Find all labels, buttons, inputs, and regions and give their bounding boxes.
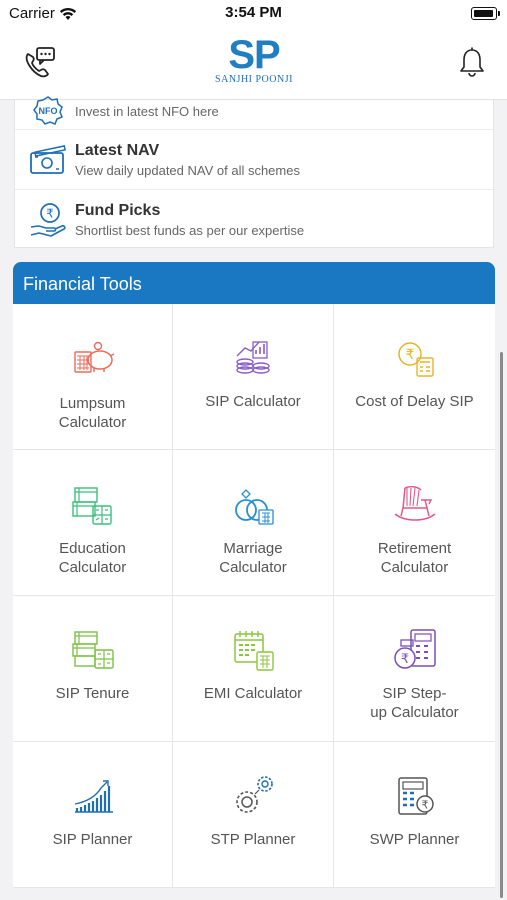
tool-label: Lumpsum Calculator	[58, 395, 127, 431]
list-item-fund-picks[interactable]: ₹ Fund Picks Shortlist best funds as per…	[15, 189, 495, 249]
rocking-chair-icon	[394, 485, 435, 521]
tool-label: Cost of Delay SIP	[355, 393, 474, 410]
list-item-latest-nav[interactable]: Latest NAV View daily updated NAV of all…	[15, 129, 495, 189]
education-icon	[71, 487, 112, 525]
tool-label: SIP Step- up Calculator	[370, 685, 459, 721]
bell-icon[interactable]	[457, 46, 487, 78]
tool-label: STP Planner	[210, 831, 296, 848]
rings-icon	[235, 489, 274, 525]
swp-calc-icon: ₹	[397, 777, 434, 815]
status-bar: Carrier 3:54 PM	[0, 0, 507, 28]
scrollbar[interactable]	[500, 352, 503, 898]
battery-icon	[471, 7, 500, 20]
tool-label: SIP Planner	[52, 831, 133, 848]
tenure-icon	[71, 631, 114, 669]
svg-text:NFO: NFO	[39, 106, 58, 116]
tool-label: EMI Calculator	[203, 685, 303, 702]
stepup-icon: ₹	[393, 629, 436, 669]
banknote-icon	[30, 144, 66, 174]
tool-label: SIP Calculator	[205, 393, 301, 410]
tool-education-calculator[interactable]: Education Calculator	[13, 450, 173, 596]
financial-tools-grid: Lumpsum Calculator SIP Calculator ₹ Cost…	[13, 304, 495, 888]
tool-marriage-calculator[interactable]: Marriage Calculator	[173, 450, 334, 596]
menu-list: NFO Invest in latest NFO here Latest NAV…	[14, 96, 495, 249]
tool-stp-planner[interactable]: STP Planner	[173, 742, 334, 888]
tool-label: SWP Planner	[369, 831, 460, 848]
svg-text:₹: ₹	[421, 799, 428, 812]
svg-text:₹: ₹	[400, 652, 408, 667]
tool-cost-of-delay-sip[interactable]: ₹ Cost of Delay SIP	[334, 304, 495, 450]
tool-sip-calculator[interactable]: SIP Calculator	[173, 304, 334, 450]
tool-label: SIP Tenure	[55, 685, 130, 702]
tool-lumpsum-calculator[interactable]: Lumpsum Calculator	[13, 304, 173, 450]
clock: 3:54 PM	[225, 4, 282, 21]
list-item-description: Invest in latest NFO here	[75, 104, 219, 119]
gears-icon	[236, 776, 273, 813]
financial-tools-heading: Financial Tools	[13, 262, 495, 304]
list-item-title: Fund Picks	[75, 201, 161, 219]
piggy-bank-icon	[73, 341, 114, 373]
tool-label: Retirement Calculator	[377, 540, 452, 576]
tool-sip-planner[interactable]: SIP Planner	[13, 742, 173, 888]
rupee-hand-icon: ₹	[30, 202, 66, 237]
list-item-title: Latest NAV	[75, 141, 160, 159]
tool-emi-calculator[interactable]: EMI Calculator	[173, 596, 334, 742]
svg-text:₹: ₹	[46, 206, 54, 220]
tool-retirement-calculator[interactable]: Retirement Calculator	[334, 450, 495, 596]
nfo-icon: NFO	[33, 96, 63, 125]
tool-sip-step-up-calculator[interactable]: ₹ SIP Step- up Calculator	[334, 596, 495, 742]
rupee-calculator-icon: ₹	[397, 342, 434, 377]
phone-chat-icon[interactable]	[20, 44, 58, 82]
svg-text:₹: ₹	[405, 347, 414, 363]
logo-text: SP	[228, 33, 280, 77]
tool-sip-tenure[interactable]: SIP Tenure	[13, 596, 173, 742]
list-item-description: View daily updated NAV of all schemes	[75, 162, 300, 178]
bar-growth-icon	[74, 780, 113, 813]
calendar-calc-icon	[234, 631, 274, 671]
coins-chart-icon	[236, 341, 270, 374]
list-item-description: Shortlist best funds as per our expertis…	[75, 222, 305, 238]
tool-swp-planner[interactable]: ₹ SWP Planner	[334, 742, 495, 888]
tool-label: Marriage Calculator	[219, 540, 287, 576]
tool-label: Education Calculator	[58, 540, 127, 576]
